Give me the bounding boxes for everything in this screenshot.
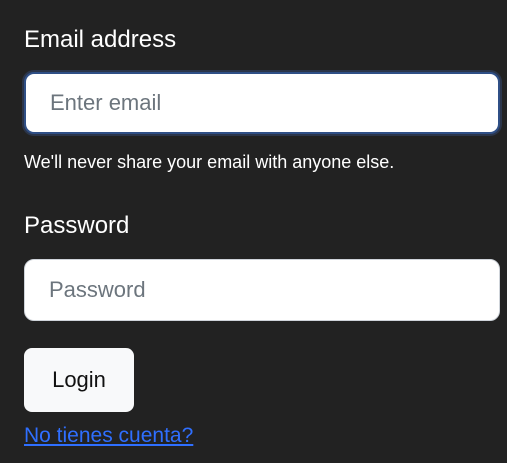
login-button[interactable]: Login [24, 348, 134, 412]
email-help-text: We'll never share your email with anyone… [24, 152, 395, 172]
email-input[interactable] [24, 72, 500, 134]
login-form: Email address We'll never share your ema… [0, 0, 507, 463]
email-label: Email address [24, 26, 177, 53]
signup-link[interactable]: No tienes cuenta? [24, 423, 193, 449]
password-input[interactable] [24, 259, 500, 321]
password-label: Password [24, 212, 130, 239]
